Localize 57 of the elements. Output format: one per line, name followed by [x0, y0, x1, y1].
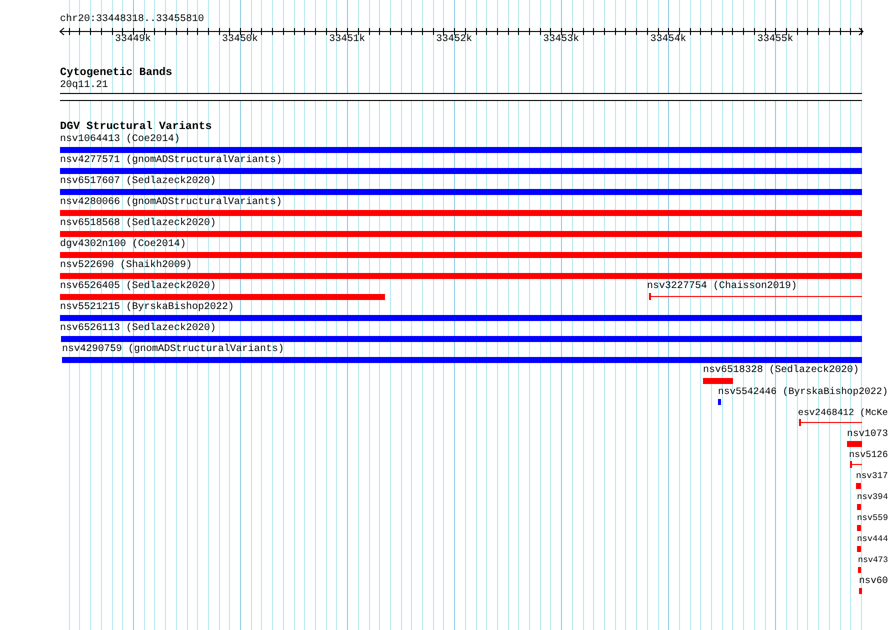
variant-bar[interactable]: [60, 147, 862, 153]
variant-label: nsv5542446 (ByrskaBishop2022): [718, 386, 888, 398]
variant-bar[interactable]: [857, 504, 861, 510]
variant-label: nsv1064413 (Coe2014): [60, 134, 180, 146]
variant-label: nsv317: [856, 470, 888, 482]
ruler-tick-label: 33452k: [436, 34, 472, 46]
variant-label: nsv5521215 (ByrskaBishop2022): [60, 302, 234, 314]
variant-label: nsv1073: [847, 428, 888, 440]
ruler-tick-label: 33449k: [115, 34, 151, 46]
variant-label: nsv4277571 (gnomADStructuralVariants): [60, 155, 282, 167]
location-label: chr20:33448318..33455810: [60, 14, 204, 26]
variant-label: nsv394: [857, 491, 888, 503]
variant-bar[interactable]: [60, 252, 862, 258]
variant-line[interactable]: [649, 293, 862, 300]
variant-label: nsv6526113 (Sedlazeck2020): [60, 323, 216, 335]
variant-bar[interactable]: [859, 588, 862, 594]
track-title: DGV Structural Variants: [60, 121, 212, 133]
variant-bar[interactable]: [858, 567, 861, 573]
variant-bar[interactable]: [60, 189, 862, 195]
variant-bar[interactable]: [718, 399, 721, 405]
ruler-tick-label: 33453k: [543, 34, 580, 46]
variant-label: nsv4290759 (gnomADStructuralVariants): [62, 344, 284, 356]
variant-label: nsv6517607 (Sedlazeck2020): [60, 176, 216, 188]
variant-label: dgv4302n100 (Coe2014): [60, 239, 186, 251]
variant-bar[interactable]: [856, 483, 861, 489]
variant-bar[interactable]: [60, 273, 862, 279]
ruler-tick-label: 33455k: [757, 34, 794, 46]
variant-label: nsv522690 (Shaikh2009): [60, 260, 192, 272]
variant-bar[interactable]: [857, 525, 861, 531]
variant-bar[interactable]: [60, 315, 862, 321]
variant-label: esv2468412 (McKe: [798, 407, 888, 419]
variant-label: nsv559: [857, 512, 888, 524]
variant-bar[interactable]: [62, 357, 862, 363]
variant-bar[interactable]: [857, 546, 861, 552]
ruler-tick-label: 33451k: [329, 34, 366, 46]
variant-line[interactable]: [850, 461, 862, 468]
variant-label: nsv60: [859, 575, 888, 587]
variant-bar[interactable]: [60, 294, 385, 300]
variant-bar[interactable]: [847, 441, 862, 447]
ruler-tick-label: 33450k: [222, 34, 258, 46]
variant-bar[interactable]: [60, 168, 862, 174]
variant-bar[interactable]: [60, 231, 862, 237]
variant-label: nsv4280066 (gnomADStructuralVariants): [60, 197, 282, 209]
variant-line[interactable]: [799, 419, 862, 426]
variant-label: nsv473: [858, 554, 888, 566]
variant-label: nsv6518328 (Sedlazeck2020): [703, 365, 860, 377]
variant-label: nsv6526405 (Sedlazeck2020): [60, 281, 216, 293]
variant-bar[interactable]: [61, 336, 862, 342]
band-label: 20q11.21: [60, 80, 108, 92]
variant-bar[interactable]: [60, 210, 862, 216]
variant-bar[interactable]: [703, 378, 733, 384]
variant-label: nsv3227754 (Chaisson2019): [647, 281, 798, 293]
variant-label: nsv5126: [849, 449, 888, 461]
track-title: Cytogenetic Bands: [60, 67, 172, 79]
variant-label: nsv444: [857, 533, 888, 545]
variant-label: nsv6518568 (Sedlazeck2020): [60, 218, 216, 230]
ruler-tick-label: 33454k: [650, 34, 686, 46]
